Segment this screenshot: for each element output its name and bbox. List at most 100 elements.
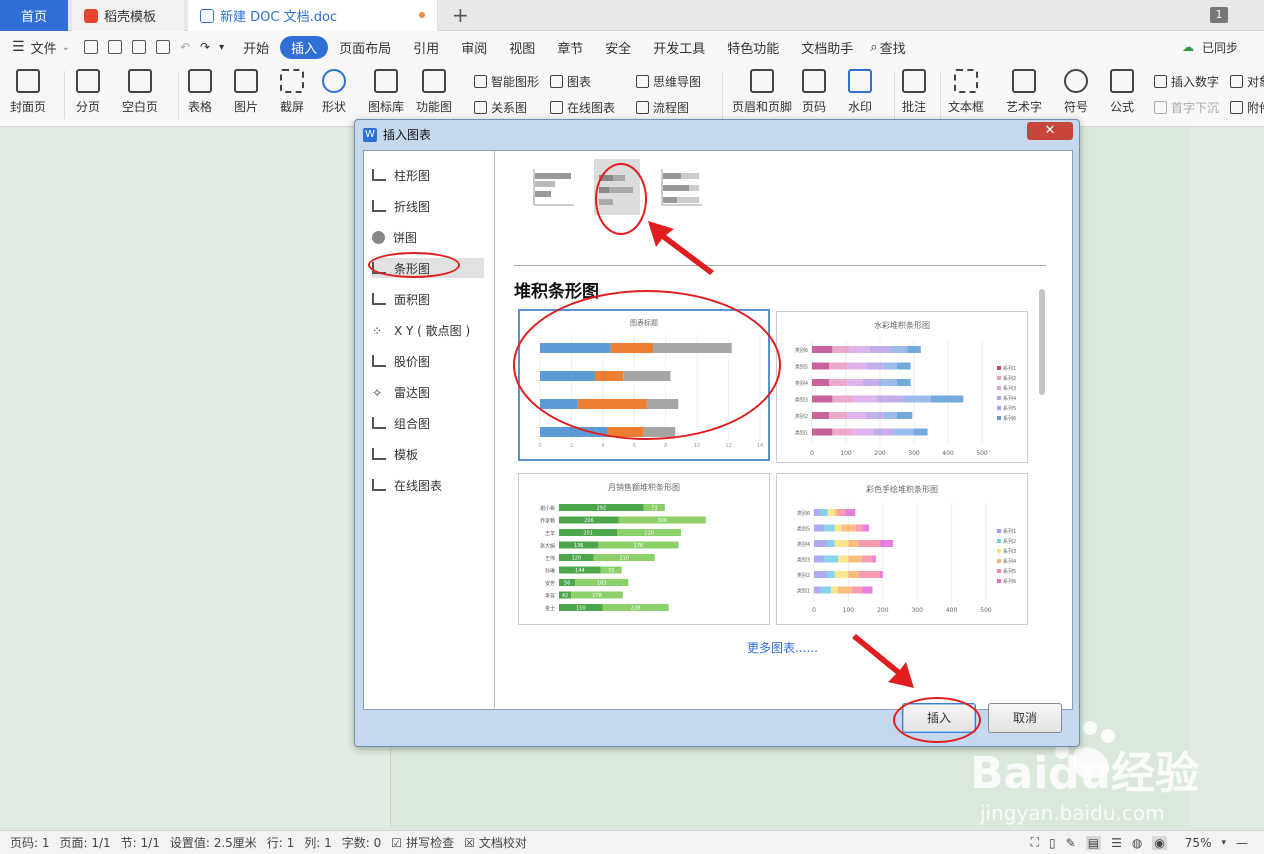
page-number-button[interactable]: 页码: [802, 69, 826, 115]
menu-search[interactable]: 查找: [878, 38, 917, 57]
menu-tab-developer[interactable]: 开发工具: [642, 38, 716, 57]
zoom-out-icon[interactable]: —: [1236, 836, 1248, 850]
table-button[interactable]: 表格: [188, 69, 212, 115]
bar-segment: [812, 379, 829, 386]
tab-document[interactable]: 新建 DOC 文档.doc: [188, 0, 438, 31]
menu-tab-view[interactable]: 视图: [498, 38, 546, 57]
scrollbar-thumb[interactable]: [1039, 289, 1045, 395]
redo-icon[interactable]: ↷: [200, 40, 210, 54]
sync-status[interactable]: 已同步: [1202, 39, 1238, 56]
status-setting[interactable]: 设置值: 2.5厘米: [170, 834, 257, 851]
cancel-button[interactable]: 取消: [988, 703, 1062, 733]
category-scatter[interactable]: ⁘ X Y ( 散点图 ): [372, 320, 484, 340]
tab-template-label: 稻壳模板: [104, 10, 157, 25]
table-icon: [188, 69, 212, 93]
shape-button[interactable]: 形状: [322, 69, 346, 115]
customize-icon[interactable]: ▾: [219, 42, 224, 53]
text-box-button[interactable]: 文本框: [948, 69, 984, 115]
mind-map-button[interactable]: 思维导图: [636, 73, 701, 90]
formula-button[interactable]: 公式: [1110, 69, 1134, 115]
tab-template[interactable]: 稻壳模板: [72, 0, 184, 31]
flowchart-button[interactable]: 流程图: [636, 99, 689, 116]
header-footer-button[interactable]: 页眉和页脚: [732, 69, 792, 115]
zoom-level[interactable]: 75%: [1185, 836, 1212, 850]
outline-view-icon[interactable]: ☰: [1111, 836, 1122, 850]
online-chart-button[interactable]: 在线图表: [550, 99, 615, 116]
hamburger-icon[interactable]: ☰: [12, 39, 25, 55]
function-chart-button[interactable]: 功能图: [416, 69, 452, 115]
category-online[interactable]: 在线图表: [372, 475, 484, 495]
symbol-button[interactable]: 符号: [1064, 69, 1088, 115]
blank-page-button[interactable]: 空白页: [122, 69, 158, 115]
fullscreen-icon[interactable]: ⛶: [1031, 835, 1039, 850]
menu-tab-assistant[interactable]: 文档助手: [790, 38, 864, 57]
menu-tab-review[interactable]: 审阅: [450, 38, 498, 57]
zoom-dropdown-icon[interactable]: ▾: [1221, 838, 1226, 848]
smart-art-button[interactable]: 智能图形: [474, 73, 539, 90]
edit-mode-icon[interactable]: ✎: [1066, 836, 1076, 850]
object-button[interactable]: 对象: [1230, 73, 1264, 90]
save-icon[interactable]: [83, 40, 98, 54]
legend-label: 系列6: [1003, 415, 1016, 422]
more-charts-link[interactable]: 更多图表......: [747, 639, 818, 656]
chart-template-thumbnail[interactable]: 彩色手绘堆积条形图 0 100 200 300 400 500 类别6 类别5 类别4 类别3 类别…: [776, 473, 1028, 625]
undo-icon[interactable]: ↶: [180, 40, 190, 54]
print-preview-icon[interactable]: [155, 40, 170, 54]
proofread-button[interactable]: 文档校对: [479, 834, 527, 851]
category-area[interactable]: 面积图: [372, 289, 484, 309]
web-view-icon[interactable]: ◍: [1132, 836, 1142, 850]
menu-tab-layout[interactable]: 页面布局: [328, 38, 402, 57]
picture-button[interactable]: 图片: [234, 69, 258, 115]
bar-segment: [832, 346, 850, 353]
cover-page-button[interactable]: 封面页: [10, 69, 46, 115]
category-column[interactable]: 柱形图: [372, 165, 484, 185]
category-stock[interactable]: 股价图: [372, 351, 484, 371]
spell-check-button[interactable]: 拼写检查: [406, 834, 454, 851]
legend-label: 系列5: [1003, 568, 1016, 575]
watermark-icon: [848, 69, 872, 93]
chevron-down-icon[interactable]: ⌄: [62, 42, 70, 53]
insert-number-button[interactable]: 插入数字: [1154, 73, 1219, 90]
eye-protect-icon[interactable]: ◉: [1152, 835, 1167, 850]
legend-label: 系列3: [1003, 385, 1016, 392]
print-icon[interactable]: [131, 40, 146, 54]
status-words[interactable]: 字数: 0: [342, 834, 382, 851]
menu-tab-reference[interactable]: 引用: [402, 38, 450, 57]
word-art-button[interactable]: 艺术字: [1006, 69, 1042, 115]
category-template[interactable]: 模板: [372, 444, 484, 464]
screenshot-button[interactable]: 截屏: [280, 69, 304, 115]
category-pie[interactable]: 饼图: [372, 227, 484, 247]
category-radar[interactable]: ✧ 雷达图: [372, 382, 484, 402]
category-line[interactable]: 折线图: [372, 196, 484, 216]
chart-template-thumbnail[interactable]: 水彩堆积条形图 0 100 200 300 400 500 类别6 类别5 类别4 类别3 类别2 类…: [776, 311, 1028, 463]
icon-library-button[interactable]: 图标库: [368, 69, 404, 115]
chart-template-thumbnail[interactable]: 月销售额堆积条形图 谢小希 292 73 乔家畅 206 300 王羊 201 220 张大娟 13…: [518, 473, 770, 625]
chart-button[interactable]: 图表: [550, 73, 591, 90]
subtype-clustered-bar[interactable]: [530, 159, 576, 215]
tab-home[interactable]: 首页: [0, 0, 68, 31]
read-mode-icon[interactable]: ▯: [1049, 836, 1056, 850]
line-chart-icon: [372, 200, 386, 212]
category-label: 张大娟: [540, 543, 555, 550]
search-icon[interactable]: ⌕: [870, 40, 877, 55]
category-combo[interactable]: 组合图: [372, 413, 484, 433]
status-pages[interactable]: 页面: 1/1: [60, 834, 111, 851]
category-label: 类别1: [797, 588, 810, 595]
page-view-icon[interactable]: ▤: [1085, 835, 1102, 850]
relation-chart-button[interactable]: 关系图: [474, 99, 527, 116]
comment-button[interactable]: 批注: [902, 69, 926, 115]
menu-tab-insert[interactable]: 插入: [280, 35, 329, 59]
menu-tab-features[interactable]: 特色功能: [716, 38, 790, 57]
menu-tab-start[interactable]: 开始: [232, 38, 280, 57]
attachment-button[interactable]: 附件: [1230, 99, 1264, 116]
subtype-percent-stacked-bar[interactable]: [658, 159, 704, 215]
menu-tab-chapter[interactable]: 章节: [546, 38, 594, 57]
window-count-badge[interactable]: 1: [1210, 7, 1228, 23]
menu-tab-security[interactable]: 安全: [594, 38, 642, 57]
drop-cap-button[interactable]: 首字下沉: [1154, 99, 1219, 116]
export-icon[interactable]: [107, 40, 122, 54]
new-tab-icon[interactable]: +: [452, 3, 469, 27]
close-button[interactable]: ✕: [1027, 122, 1073, 140]
page-break-button[interactable]: 分页: [76, 69, 100, 115]
watermark-button[interactable]: 水印: [848, 69, 872, 115]
